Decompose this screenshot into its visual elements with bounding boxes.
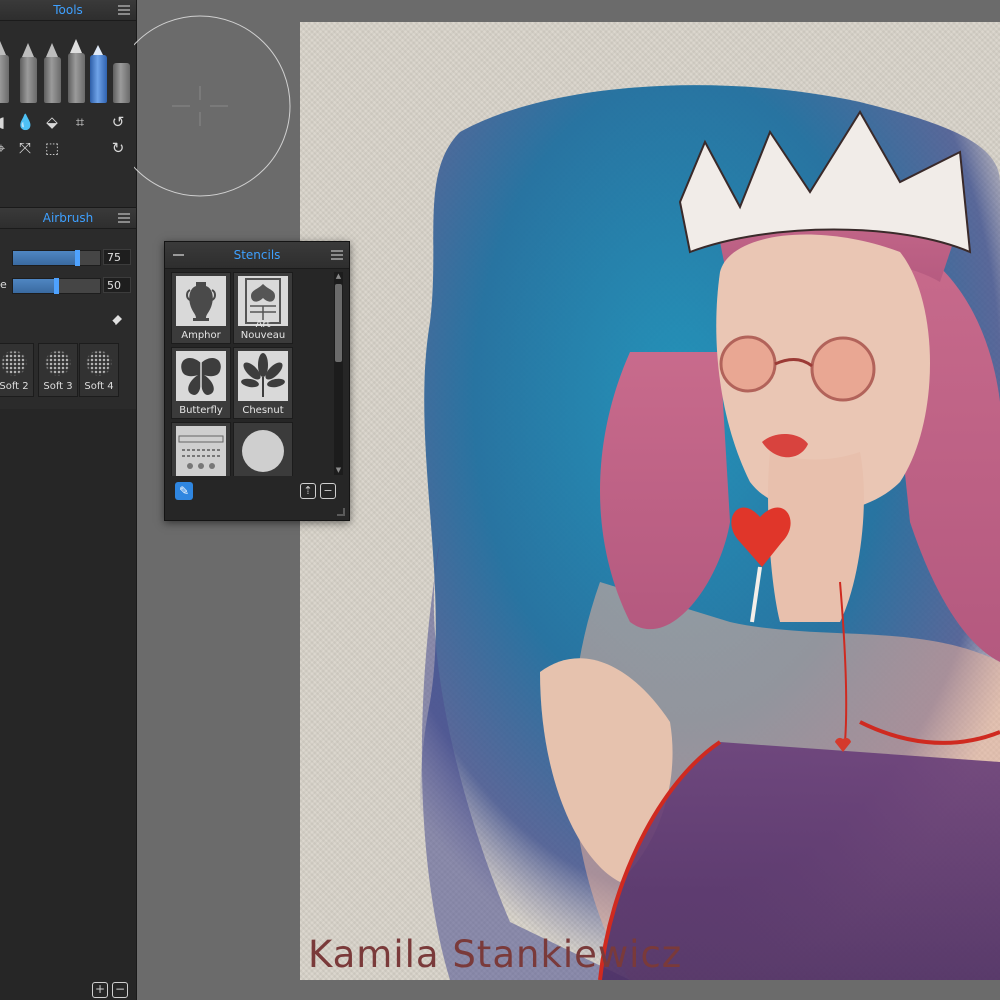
add-preset-icon[interactable]: + xyxy=(92,982,108,998)
fit-icon[interactable]: ⤧ xyxy=(16,139,34,157)
stencil-tile[interactable]: Chesnut xyxy=(233,347,293,419)
import-stencil-icon[interactable]: ⇡ xyxy=(300,483,316,499)
stencil-label: Butterfly xyxy=(179,405,223,416)
stencil-scrollbar[interactable]: ▲ ▼ xyxy=(334,272,343,475)
panel-menu-icon[interactable] xyxy=(331,250,343,260)
stencil-tool-icon[interactable]: ✎ xyxy=(175,482,193,500)
preset-tile[interactable]: Soft 4 xyxy=(79,343,119,397)
airbrush-panel-header[interactable]: Airbrush xyxy=(0,208,136,229)
scroll-up-icon[interactable]: ▲ xyxy=(334,272,343,281)
spray-preview-icon xyxy=(45,350,71,376)
chestnut-leaf-icon xyxy=(238,351,288,401)
remove-preset-icon[interactable]: − xyxy=(112,982,128,998)
resize-grip-icon[interactable] xyxy=(337,508,345,516)
preset-label: Soft 3 xyxy=(43,381,73,392)
transform-icon[interactable]: ⌖ xyxy=(0,139,10,157)
size-slider[interactable] xyxy=(12,250,101,266)
minimize-icon[interactable] xyxy=(173,254,184,256)
panel-bottom-toolbar: + − xyxy=(88,978,128,998)
ruler-icon[interactable]: ⬙ xyxy=(43,113,61,131)
pressure-slider[interactable] xyxy=(12,278,101,294)
eraser-tool[interactable] xyxy=(113,63,130,103)
left-panel: Tools ◖ 💧 ⬙ ⌗ ↺ ⌖ ⤧ ⬚ ↻ Airbrush 75 e 50… xyxy=(0,0,137,1000)
stencil-grid: Amphor Art Nouveau Butterfly Chesnut xyxy=(171,272,330,476)
tools-panel-header[interactable]: Tools xyxy=(0,0,136,21)
remove-stencil-icon[interactable]: − xyxy=(320,483,336,499)
stencils-footer: ✎ ⇡ − xyxy=(165,480,349,520)
preset-tile[interactable]: Soft 3 xyxy=(38,343,78,397)
artist-signature: Kamila Stankiewicz xyxy=(308,933,683,976)
drawing-tools-row xyxy=(0,27,136,103)
spray-preview-icon xyxy=(1,350,27,376)
tools-panel-title: Tools xyxy=(53,3,83,17)
panel-menu-icon[interactable] xyxy=(118,213,130,223)
stencils-panel: Stencils Amphor Art Nouveau Butterfly Ch… xyxy=(164,241,350,521)
stencil-tile[interactable]: Amphor xyxy=(171,272,231,344)
panel-menu-icon[interactable] xyxy=(118,5,130,15)
brush-cursor xyxy=(109,10,292,198)
airbrush-panel-body: 75 e 50 Soft 2 Soft 3 Soft 4 xyxy=(0,229,136,409)
stencil-tile[interactable]: Butterfly xyxy=(171,347,231,419)
undo-icon[interactable]: ↺ xyxy=(109,113,127,131)
artwork-illustration xyxy=(420,85,1000,980)
scroll-thumb[interactable] xyxy=(335,284,342,362)
preset-label: Soft 4 xyxy=(84,381,114,392)
stencils-panel-header[interactable]: Stencils xyxy=(165,242,349,269)
stencil-label: Chesnut xyxy=(242,405,284,416)
size-value[interactable]: 75 xyxy=(103,249,131,265)
airbrush-tool[interactable] xyxy=(90,45,107,103)
slider-knob[interactable] xyxy=(75,250,81,266)
drawing-canvas[interactable]: Kamila Stankiewicz xyxy=(300,22,1000,980)
pen-tool[interactable] xyxy=(20,43,37,103)
fountain-pen-tool[interactable] xyxy=(44,43,61,103)
eraser-mode-icon[interactable] xyxy=(110,311,124,325)
selection-icon[interactable]: ⬚ xyxy=(43,139,61,157)
drop-icon[interactable]: 💧 xyxy=(16,113,35,131)
amphora-icon xyxy=(176,276,226,326)
stencils-panel-title: Stencils xyxy=(233,248,281,262)
stencil-label: Art Nouveau xyxy=(240,319,286,341)
tools-panel-body: ◖ 💧 ⬙ ⌗ ↺ ⌖ ⤧ ⬚ ↻ xyxy=(0,21,136,208)
marker-tool[interactable] xyxy=(68,39,85,103)
ornament-border-icon xyxy=(176,426,226,476)
scroll-down-icon[interactable]: ▼ xyxy=(334,466,343,475)
brush-presets: Soft 2 Soft 3 Soft 4 xyxy=(0,343,136,397)
spray-preview-icon xyxy=(86,350,112,376)
circle-icon xyxy=(238,426,288,476)
stencil-tile[interactable] xyxy=(233,422,293,476)
butterfly-icon xyxy=(176,351,226,401)
crop-icon[interactable]: ⌗ xyxy=(71,113,89,131)
pencil-tool[interactable] xyxy=(0,41,9,103)
pressure-value[interactable]: 50 xyxy=(103,277,131,293)
stencil-label: Amphor xyxy=(181,330,221,341)
slider-fill xyxy=(13,279,57,293)
slider-knob[interactable] xyxy=(53,278,59,294)
redo-icon[interactable]: ↻ xyxy=(109,139,127,157)
stencil-tile[interactable]: Art Nouveau xyxy=(233,272,293,344)
slider-label: e xyxy=(0,278,7,291)
airbrush-panel-title: Airbrush xyxy=(42,211,94,225)
blob-icon[interactable]: ◖ xyxy=(0,113,10,131)
slider-fill xyxy=(13,251,79,265)
stencil-tile[interactable] xyxy=(171,422,231,476)
preset-label: Soft 2 xyxy=(0,381,29,392)
preset-tile[interactable]: Soft 2 xyxy=(0,343,34,397)
